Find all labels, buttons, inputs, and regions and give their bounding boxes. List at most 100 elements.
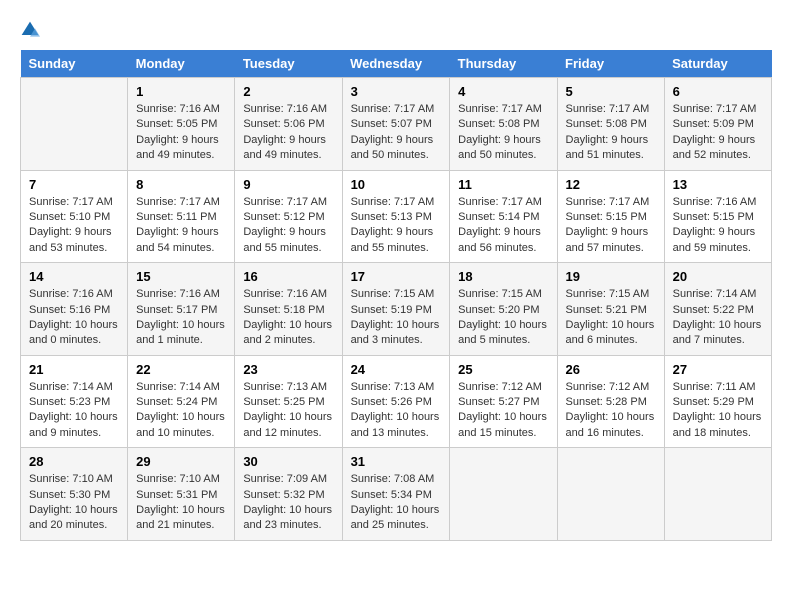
day-number: 11 [458, 177, 548, 192]
day-number: 29 [136, 454, 226, 469]
day-info: Sunrise: 7:16 AM Sunset: 5:06 PM Dayligh… [243, 102, 333, 164]
day-info: Sunrise: 7:11 AM Sunset: 5:29 PM Dayligh… [673, 380, 763, 442]
calendar-cell: 3 Sunrise: 7:17 AM Sunset: 5:07 PM Daylig… [342, 78, 450, 171]
day-info: Sunrise: 7:16 AM Sunset: 5:18 PM Dayligh… [243, 287, 333, 349]
day-number: 18 [458, 269, 548, 284]
day-number: 23 [243, 362, 333, 377]
weekday-header: Saturday [664, 50, 771, 78]
day-number: 26 [566, 362, 656, 377]
calendar-cell: 31Sunrise: 7:08 AM Sunset: 5:34 PM Dayli… [342, 448, 450, 541]
calendar-cell: 4 Sunrise: 7:17 AM Sunset: 5:08 PM Daylig… [450, 78, 557, 171]
calendar-cell [557, 448, 664, 541]
calendar-cell: 14 Sunrise: 7:16 AM Sunset: 5:16 PM Dayli… [21, 263, 128, 356]
day-number: 21 [29, 362, 119, 377]
calendar-cell: 29 Sunrise: 7:10 AM Sunset: 5:31 PM Dayli… [128, 448, 235, 541]
day-info: Sunrise: 7:17 AM Sunset: 5:14 PM Dayligh… [458, 195, 548, 257]
calendar-cell: 12Sunrise: 7:17 AM Sunset: 5:15 PM Dayli… [557, 170, 664, 263]
calendar-cell: 25 Sunrise: 7:12 AM Sunset: 5:27 PM Dayli… [450, 355, 557, 448]
calendar-cell: 18 Sunrise: 7:15 AM Sunset: 5:20 PM Dayli… [450, 263, 557, 356]
day-number: 15 [136, 269, 226, 284]
day-number: 24 [351, 362, 442, 377]
calendar-header: SundayMondayTuesdayWednesdayThursdayFrid… [21, 50, 772, 78]
calendar-week-row: 7 Sunrise: 7:17 AM Sunset: 5:10 PM Daylig… [21, 170, 772, 263]
logo [20, 20, 48, 40]
day-info: Sunrise: 7:17 AM Sunset: 5:09 PM Dayligh… [673, 102, 763, 164]
weekday-header: Wednesday [342, 50, 450, 78]
day-number: 12 [566, 177, 656, 192]
day-info: Sunrise: 7:16 AM Sunset: 5:05 PM Dayligh… [136, 102, 226, 164]
day-info: Sunrise: 7:14 AM Sunset: 5:24 PM Dayligh… [136, 380, 226, 442]
day-info: Sunrise: 7:16 AM Sunset: 5:17 PM Dayligh… [136, 287, 226, 349]
day-info: Sunrise: 7:17 AM Sunset: 5:12 PM Dayligh… [243, 195, 333, 257]
day-info: Sunrise: 7:17 AM Sunset: 5:10 PM Dayligh… [29, 195, 119, 257]
day-info: Sunrise: 7:13 AM Sunset: 5:26 PM Dayligh… [351, 380, 442, 442]
calendar-cell: 10 Sunrise: 7:17 AM Sunset: 5:13 PM Dayli… [342, 170, 450, 263]
day-number: 4 [458, 84, 548, 99]
day-info: Sunrise: 7:17 AM Sunset: 5:11 PM Dayligh… [136, 195, 226, 257]
weekday-header: Friday [557, 50, 664, 78]
weekday-header: Monday [128, 50, 235, 78]
calendar-cell: 1 Sunrise: 7:16 AM Sunset: 5:05 PM Daylig… [128, 78, 235, 171]
calendar-cell: 7 Sunrise: 7:17 AM Sunset: 5:10 PM Daylig… [21, 170, 128, 263]
day-number: 22 [136, 362, 226, 377]
day-number: 20 [673, 269, 763, 284]
day-number: 7 [29, 177, 119, 192]
day-info: Sunrise: 7:15 AM Sunset: 5:20 PM Dayligh… [458, 287, 548, 349]
calendar-cell: 23 Sunrise: 7:13 AM Sunset: 5:25 PM Dayli… [235, 355, 342, 448]
day-number: 28 [29, 454, 119, 469]
day-number: 13 [673, 177, 763, 192]
header [20, 20, 772, 40]
calendar-cell: 2 Sunrise: 7:16 AM Sunset: 5:06 PM Daylig… [235, 78, 342, 171]
day-info: Sunrise: 7:17 AM Sunset: 5:08 PM Dayligh… [566, 102, 656, 164]
day-info: Sunrise: 7:10 AM Sunset: 5:30 PM Dayligh… [29, 472, 119, 534]
day-info: Sunrise: 7:16 AM Sunset: 5:16 PM Dayligh… [29, 287, 119, 349]
calendar-body: 1 Sunrise: 7:16 AM Sunset: 5:05 PM Daylig… [21, 78, 772, 541]
calendar-week-row: 21 Sunrise: 7:14 AM Sunset: 5:23 PM Dayli… [21, 355, 772, 448]
day-info: Sunrise: 7:10 AM Sunset: 5:31 PM Dayligh… [136, 472, 226, 534]
day-info: Sunrise: 7:17 AM Sunset: 5:07 PM Dayligh… [351, 102, 442, 164]
weekday-header: Sunday [21, 50, 128, 78]
day-number: 2 [243, 84, 333, 99]
day-number: 6 [673, 84, 763, 99]
day-info: Sunrise: 7:14 AM Sunset: 5:22 PM Dayligh… [673, 287, 763, 349]
calendar-cell [21, 78, 128, 171]
day-number: 5 [566, 84, 656, 99]
calendar-cell: 26Sunrise: 7:12 AM Sunset: 5:28 PM Dayli… [557, 355, 664, 448]
day-info: Sunrise: 7:14 AM Sunset: 5:23 PM Dayligh… [29, 380, 119, 442]
calendar-cell: 21 Sunrise: 7:14 AM Sunset: 5:23 PM Dayli… [21, 355, 128, 448]
calendar-cell [450, 448, 557, 541]
day-number: 30 [243, 454, 333, 469]
calendar-week-row: 28 Sunrise: 7:10 AM Sunset: 5:30 PM Dayli… [21, 448, 772, 541]
calendar-cell: 5 Sunrise: 7:17 AM Sunset: 5:08 PM Daylig… [557, 78, 664, 171]
calendar-cell: 13Sunrise: 7:16 AM Sunset: 5:15 PM Dayli… [664, 170, 771, 263]
day-number: 1 [136, 84, 226, 99]
weekday-header: Thursday [450, 50, 557, 78]
calendar-cell: 8Sunrise: 7:17 AM Sunset: 5:11 PM Daylig… [128, 170, 235, 263]
logo-icon [20, 20, 40, 40]
day-number: 31 [351, 454, 442, 469]
day-info: Sunrise: 7:15 AM Sunset: 5:21 PM Dayligh… [566, 287, 656, 349]
calendar-cell: 17Sunrise: 7:15 AM Sunset: 5:19 PM Dayli… [342, 263, 450, 356]
day-number: 19 [566, 269, 656, 284]
day-info: Sunrise: 7:17 AM Sunset: 5:13 PM Dayligh… [351, 195, 442, 257]
day-number: 25 [458, 362, 548, 377]
day-number: 10 [351, 177, 442, 192]
day-number: 3 [351, 84, 442, 99]
calendar-cell: 27Sunrise: 7:11 AM Sunset: 5:29 PM Dayli… [664, 355, 771, 448]
calendar-cell: 20 Sunrise: 7:14 AM Sunset: 5:22 PM Dayli… [664, 263, 771, 356]
day-info: Sunrise: 7:13 AM Sunset: 5:25 PM Dayligh… [243, 380, 333, 442]
day-info: Sunrise: 7:12 AM Sunset: 5:27 PM Dayligh… [458, 380, 548, 442]
calendar-cell: 9 Sunrise: 7:17 AM Sunset: 5:12 PM Daylig… [235, 170, 342, 263]
calendar-cell: 28 Sunrise: 7:10 AM Sunset: 5:30 PM Dayli… [21, 448, 128, 541]
calendar-cell: 6 Sunrise: 7:17 AM Sunset: 5:09 PM Daylig… [664, 78, 771, 171]
calendar-table: SundayMondayTuesdayWednesdayThursdayFrid… [20, 50, 772, 541]
calendar-week-row: 1 Sunrise: 7:16 AM Sunset: 5:05 PM Daylig… [21, 78, 772, 171]
day-number: 9 [243, 177, 333, 192]
day-info: Sunrise: 7:17 AM Sunset: 5:08 PM Dayligh… [458, 102, 548, 164]
day-number: 14 [29, 269, 119, 284]
calendar-cell: 22 Sunrise: 7:14 AM Sunset: 5:24 PM Dayli… [128, 355, 235, 448]
weekday-row: SundayMondayTuesdayWednesdayThursdayFrid… [21, 50, 772, 78]
calendar-cell [664, 448, 771, 541]
calendar-cell: 30Sunrise: 7:09 AM Sunset: 5:32 PM Dayli… [235, 448, 342, 541]
calendar-cell: 24 Sunrise: 7:13 AM Sunset: 5:26 PM Dayli… [342, 355, 450, 448]
